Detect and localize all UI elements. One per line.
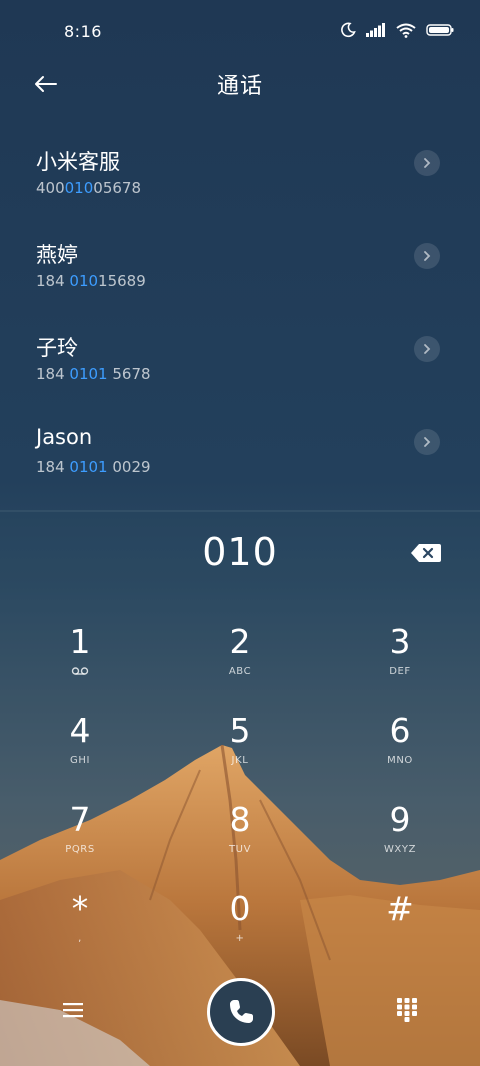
contact-number: 40001005678 [36,179,141,197]
key-letters: + [235,933,245,944]
call-button[interactable] [207,978,275,1046]
dial-keypad: 1 2 ABC 3 DEF 4 GHI 5 JKL 6 MNO 7 PQRS 8… [0,612,480,968]
key-7[interactable]: 7 PQRS [0,790,160,879]
key-letters [320,933,480,947]
key-letters: , [78,933,82,944]
key-8[interactable]: 8 TUV [160,790,320,879]
number-match: 0101 [69,365,108,383]
key-digit: 0 [229,889,251,928]
key-letters: DEF [389,666,411,677]
status-icons [340,22,454,38]
key-digit: * [71,889,89,928]
contact-name: Jason [36,425,93,449]
number-match: 0101 [69,458,108,476]
key-hash[interactable]: # [320,879,480,968]
backspace-icon [411,544,441,562]
phone-icon [230,1000,253,1023]
contact-detail-button[interactable] [414,243,440,269]
key-2[interactable]: 2 ABC [160,612,320,701]
key-letters: WXYZ [383,844,417,855]
key-letters: GHI [69,755,91,766]
moon-icon [341,22,356,38]
key-9[interactable]: 9 WXYZ [320,790,480,879]
number-suffix: 5678 [107,365,151,383]
key-letters: PQRS [65,844,95,855]
contact-item[interactable]: 子玲 184 0101 5678 [0,322,480,415]
dialed-number-display[interactable]: 010 [0,530,480,574]
key-letters: ABC [228,666,252,677]
key-letters: MNO [387,755,413,766]
contact-name: 子玲 [36,336,78,360]
number-suffix: 05678 [93,179,141,197]
number-prefix: 184 [36,458,70,476]
key-digit: 5 [229,711,251,750]
dialpad-toggle-button[interactable] [397,998,417,1022]
chevron-right-icon [424,158,431,168]
contact-item[interactable]: Jason 184 0101 0029 [0,415,480,508]
key-digit: 6 [389,711,411,750]
contact-number: 184 0101 0029 [36,458,151,476]
key-digit: 2 [229,622,251,661]
page-title: 通话 [216,74,263,99]
contact-number: 184 01015689 [36,272,146,290]
number-match: 010 [69,272,99,290]
key-0[interactable]: 0 + [160,879,320,968]
key-6[interactable]: 6 MNO [320,701,480,790]
signal-icon [366,23,385,37]
number-prefix: 184 [36,272,70,290]
chevron-right-icon [424,437,431,447]
voicemail-icon [0,666,160,680]
key-5[interactable]: 5 JKL [160,701,320,790]
contact-name: 燕婷 [36,243,78,267]
number-suffix: 15689 [98,272,146,290]
divider [0,510,480,512]
key-1[interactable]: 1 [0,612,160,701]
key-digit: 4 [69,711,91,750]
number-prefix: 184 [36,365,70,383]
key-digit: 3 [389,622,411,661]
number-suffix: 0029 [107,458,151,476]
menu-icon [63,1003,83,1018]
contact-detail-button[interactable] [414,429,440,455]
number-prefix: 400 [36,179,65,197]
battery-icon [426,24,454,36]
contact-number: 184 0101 5678 [36,365,151,383]
status-bar: 8:16 [0,0,480,64]
number-match: 010 [64,179,94,197]
key-digit: 7 [69,800,91,839]
key-digit: 1 [69,622,91,661]
contact-detail-button[interactable] [414,336,440,362]
contact-item[interactable]: 燕婷 184 01015689 [0,229,480,322]
contact-item[interactable]: 小米客服 40001005678 [0,136,480,229]
key-digit: # [386,889,414,928]
key-letters: TUV [228,844,252,855]
header: 通话 [0,64,480,104]
key-digit: 8 [229,800,251,839]
chevron-right-icon [424,251,431,261]
key-letters: JKL [231,755,249,766]
status-time: 8:16 [64,22,102,41]
key-star[interactable]: * , [0,879,160,968]
key-4[interactable]: 4 GHI [0,701,160,790]
chevron-right-icon [424,344,431,354]
contact-detail-button[interactable] [414,150,440,176]
key-digit: 9 [389,800,411,839]
contact-results-list: 小米客服 40001005678 燕婷 184 01015689 子玲 184 … [0,136,480,508]
bottom-action-bar [0,978,480,1048]
dialpad-icon [397,998,417,1022]
backspace-button[interactable] [410,542,442,564]
key-3[interactable]: 3 DEF [320,612,480,701]
wifi-icon [396,23,416,38]
menu-button[interactable] [60,998,86,1022]
contact-name: 小米客服 [36,150,120,174]
